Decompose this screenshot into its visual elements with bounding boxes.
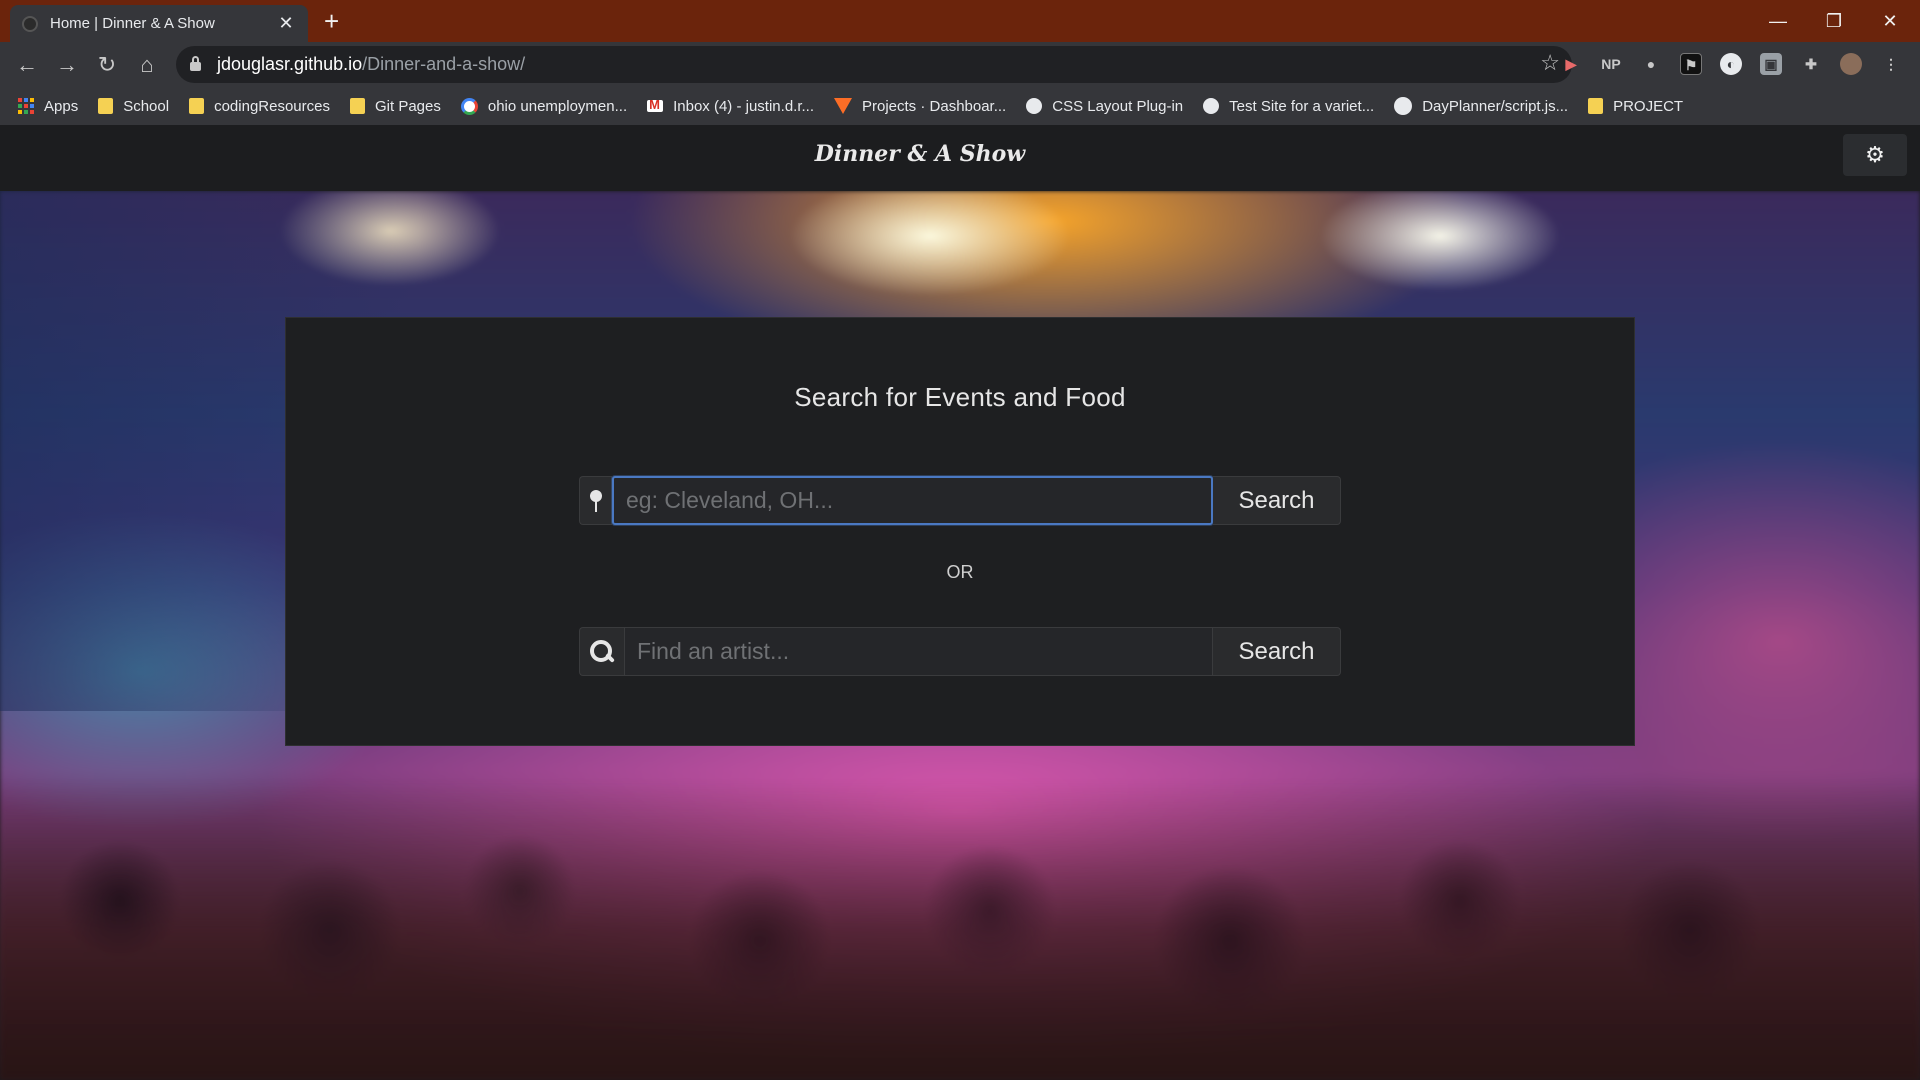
bookmarks-bar: Apps School codingResources Git Pages oh… — [0, 87, 1920, 125]
bookmark-star-icon[interactable]: ☆ — [1540, 50, 1560, 76]
or-divider: OR — [946, 562, 974, 582]
extensions-puzzle-icon[interactable]: ✚ — [1800, 53, 1822, 75]
bookmark-label: PROJECT — [1613, 97, 1684, 115]
gmail-icon — [647, 97, 664, 112]
bookmark-label: Git Pages — [374, 97, 441, 115]
new-tab-button[interactable]: + — [324, 8, 339, 34]
search-panel: Search for Events and Food Search OR Sea… — [285, 317, 1635, 746]
address-bar[interactable]: jdouglasr.github.io /Dinner-and-a-show/ … — [176, 46, 1572, 83]
bookmark-dayplanner[interactable]: DayPlanner/script.js... — [1394, 97, 1568, 115]
artist-search-button[interactable]: Search — [1213, 627, 1341, 676]
search-icon — [590, 639, 614, 664]
gitlab-icon — [834, 98, 852, 114]
lock-icon[interactable] — [190, 56, 201, 71]
site-favicon-icon — [22, 15, 38, 32]
bookmark-inbox[interactable]: Inbox (4) - justin.d.r... — [647, 97, 814, 115]
bookmark-css-layout-plugin[interactable]: CSS Layout Plug-in — [1026, 98, 1183, 115]
github-icon — [1394, 97, 1413, 115]
close-tab-icon[interactable]: ✕ — [276, 13, 296, 34]
bookmark-label: Inbox (4) - justin.d.r... — [673, 97, 814, 115]
crowd-silhouettes — [0, 780, 1920, 1080]
web-page: Dinner & A Show ⚙ Search for Events and … — [0, 125, 1920, 1080]
bookmark-apps[interactable]: Apps — [18, 98, 78, 115]
extension-circle-icon[interactable]: ◐ — [1720, 53, 1742, 75]
extension-flag-icon[interactable]: ⚑ — [1680, 53, 1702, 75]
url-path: /Dinner-and-a-show/ — [362, 54, 526, 74]
bookmark-label: Projects · Dashboar... — [862, 97, 1007, 115]
artist-search-group: Search — [579, 627, 1341, 676]
settings-button[interactable]: ⚙ — [1843, 134, 1907, 176]
location-search-group: Search — [579, 476, 1341, 525]
tab-title: Home | Dinner & A Show — [50, 15, 215, 32]
bookmark-coding-resources[interactable]: codingResources — [189, 98, 330, 115]
bookmark-label: ohio unemploymen... — [487, 97, 628, 115]
extension-bottle-icon[interactable]: ● — [1640, 53, 1662, 75]
forward-button[interactable]: → — [52, 50, 82, 80]
search-panel-title: Search for Events and Food — [794, 382, 1126, 412]
site-navbar: Dinner & A Show ⚙ — [0, 125, 1920, 191]
bookmark-school[interactable]: School — [98, 98, 169, 115]
location-addon — [579, 476, 612, 525]
folder-icon — [189, 98, 205, 114]
map-pin-icon — [590, 489, 602, 512]
minimize-window-button[interactable]: — — [1750, 4, 1806, 38]
location-search-button[interactable]: Search — [1213, 476, 1341, 525]
folder-icon — [349, 98, 365, 114]
bookmark-label: codingResources — [214, 97, 330, 115]
browser-tab-strip: Home | Dinner & A Show ✕ + — ❐ ✕ — [0, 0, 1920, 42]
folder-icon — [98, 98, 114, 114]
google-icon — [460, 97, 478, 115]
bookmark-label: Test Site for a variet... — [1229, 97, 1375, 115]
restore-window-button[interactable]: ❐ — [1806, 4, 1862, 38]
bookmark-project[interactable]: PROJECT — [1588, 98, 1683, 115]
bookmark-projects-dashboard[interactable]: Projects · Dashboar... — [834, 98, 1006, 115]
apps-icon — [18, 98, 34, 114]
gears-icon: ⚙ — [1865, 142, 1885, 167]
browser-tab[interactable]: Home | Dinner & A Show ✕ — [10, 5, 308, 42]
bookmark-test-site[interactable]: Test Site for a variet... — [1203, 98, 1374, 115]
browser-menu-icon[interactable]: ⋮ — [1880, 53, 1902, 75]
artist-search-input[interactable] — [624, 627, 1213, 676]
profile-avatar[interactable] — [1840, 53, 1862, 75]
reload-button[interactable]: ↻ — [92, 50, 122, 80]
extension-puzzle-box-icon[interactable]: ▣ — [1760, 53, 1782, 75]
bookmark-label: DayPlanner/script.js... — [1422, 97, 1569, 115]
bookmark-label: School — [123, 97, 170, 115]
extension-record-icon[interactable]: ▶ — [1560, 53, 1582, 75]
site-brand[interactable]: Dinner & A Show — [0, 141, 1840, 167]
bookmark-label: Apps — [44, 97, 79, 115]
globe-icon — [1026, 98, 1043, 114]
back-button[interactable]: ← — [12, 50, 42, 80]
bookmark-ohio-unemployment[interactable]: ohio unemploymen... — [460, 97, 628, 115]
location-search-input[interactable] — [612, 476, 1213, 525]
browser-toolbar: ← → ↻ ⌂ jdouglasr.github.io /Dinner-and-… — [0, 42, 1920, 87]
extension-np-icon[interactable]: NP — [1600, 53, 1622, 75]
globe-icon — [1203, 98, 1220, 114]
folder-icon — [1588, 98, 1604, 114]
artist-addon — [579, 627, 624, 676]
home-button[interactable]: ⌂ — [132, 50, 162, 80]
bookmark-git-pages[interactable]: Git Pages — [349, 97, 441, 115]
close-window-button[interactable]: ✕ — [1862, 4, 1918, 38]
bookmark-label: CSS Layout Plug-in — [1052, 97, 1184, 115]
url-host: jdouglasr.github.io — [217, 54, 363, 74]
